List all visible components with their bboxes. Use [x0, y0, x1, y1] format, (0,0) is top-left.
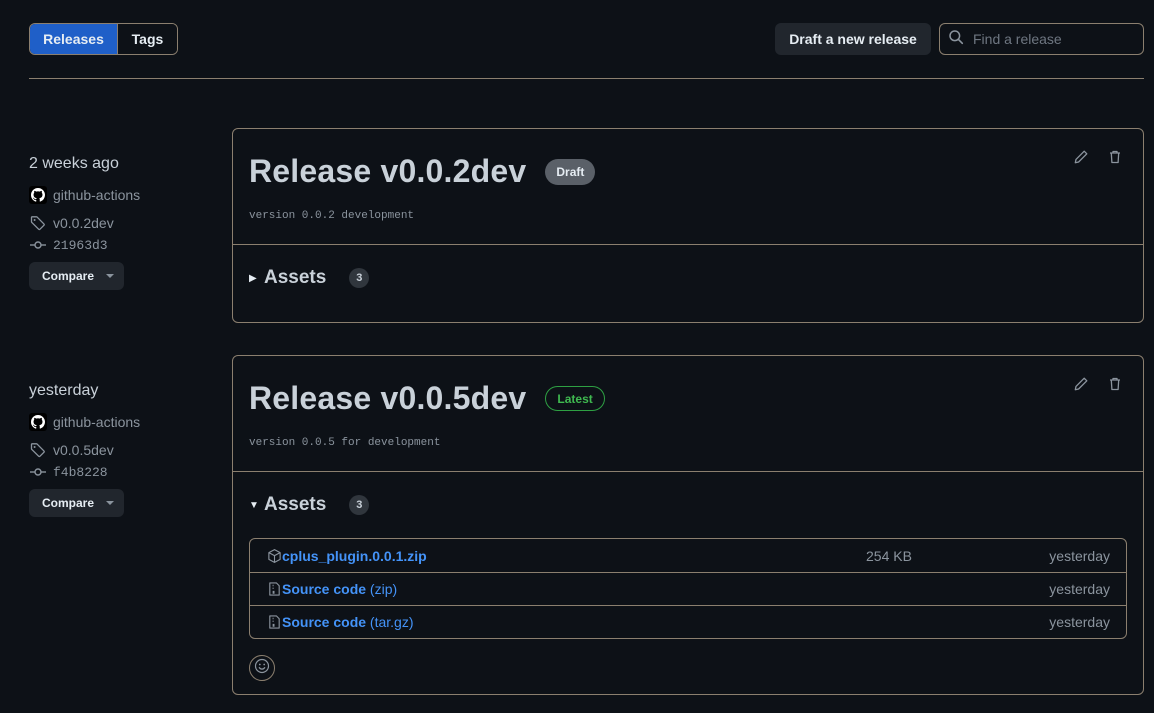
release-tag[interactable]: v0.0.5dev — [29, 441, 140, 459]
release-date: 2 weeks ago — [29, 155, 119, 172]
edit-pencil-icon[interactable] — [1073, 376, 1089, 392]
tag-name[interactable]: v0.0.5dev — [53, 442, 114, 458]
smiley-icon — [254, 658, 270, 679]
draft-new-release-button[interactable]: Draft a new release — [775, 23, 931, 55]
asset-row: Source code (zip) yesterday — [250, 572, 1126, 605]
release-description: version 0.0.2 development — [249, 210, 415, 222]
assets-heading: Assets — [264, 267, 327, 288]
assets-heading: Assets — [264, 494, 327, 515]
release-title[interactable]: Release v0.0.2dev — [249, 153, 526, 190]
git-commit-icon — [29, 463, 47, 481]
assets-count-badge: 3 — [349, 268, 370, 288]
asset-size: 254 KB — [866, 547, 912, 564]
caret-right-icon: ▶ — [249, 272, 257, 284]
asset-row: Source code (tar.gz) yesterday — [250, 605, 1126, 638]
asset-name[interactable]: Source code — [282, 581, 366, 597]
asset-link[interactable]: Source code (tar.gz) — [282, 614, 414, 630]
release-author[interactable]: github-actions — [29, 186, 140, 204]
asset-format[interactable]: (zip) — [366, 581, 397, 597]
search-input[interactable] — [973, 31, 1133, 47]
release-meta: yesterday github-actions v0.0.5dev f4b82… — [29, 382, 140, 517]
github-avatar-icon — [29, 413, 47, 431]
releases-toolbar: Releases Tags Draft a new release — [29, 23, 1144, 55]
compare-button[interactable]: Compare — [29, 489, 124, 517]
asset-format[interactable]: (tar.gz) — [366, 614, 414, 630]
tag-name[interactable]: v0.0.2dev — [53, 215, 114, 231]
git-commit-icon — [29, 236, 47, 254]
asset-name[interactable]: cplus_plugin.0.0.1.zip — [282, 548, 427, 564]
commit-sha[interactable]: 21963d3 — [53, 238, 108, 253]
asset-name[interactable]: Source code — [282, 614, 366, 630]
add-reaction-button[interactable] — [249, 655, 275, 681]
asset-link[interactable]: cplus_plugin.0.0.1.zip — [282, 548, 427, 564]
release-card: Release v0.0.2dev Draft version 0.0.2 de… — [232, 128, 1144, 323]
release-description: version 0.0.5 for development — [249, 437, 441, 449]
github-avatar-icon — [29, 186, 47, 204]
asset-list: cplus_plugin.0.0.1.zip 254 KB yesterday … — [249, 538, 1127, 639]
release-title[interactable]: Release v0.0.5dev — [249, 380, 526, 417]
chevron-down-icon — [106, 274, 115, 278]
file-zip-icon — [267, 614, 282, 630]
asset-row: cplus_plugin.0.0.1.zip 254 KB yesterday — [250, 539, 1126, 572]
tag-icon — [29, 441, 47, 459]
package-icon — [267, 548, 282, 564]
assets-toggle[interactable]: ▶ Assets 3 — [233, 245, 1143, 311]
release-commit[interactable]: f4b8228 — [29, 463, 140, 481]
release-date: yesterday — [29, 382, 99, 399]
latest-badge: Latest — [545, 386, 605, 411]
author-name[interactable]: github-actions — [53, 414, 140, 430]
commit-sha[interactable]: f4b8228 — [53, 465, 108, 480]
file-zip-icon — [267, 581, 282, 597]
asset-link[interactable]: Source code (zip) — [282, 581, 397, 597]
trash-icon[interactable] — [1107, 376, 1123, 392]
author-name[interactable]: github-actions — [53, 187, 140, 203]
caret-down-icon: ▼ — [249, 499, 259, 511]
trash-icon[interactable] — [1107, 149, 1123, 165]
releases-tags-toggle: Releases Tags — [29, 23, 178, 55]
release-meta: 2 weeks ago github-actions v0.0.2dev 219… — [29, 155, 140, 290]
release-tag[interactable]: v0.0.2dev — [29, 214, 140, 232]
find-release-search[interactable] — [939, 23, 1144, 55]
asset-date: yesterday — [1049, 614, 1110, 630]
compare-label: Compare — [42, 269, 95, 283]
assets-toggle[interactable]: ▼ Assets 3 — [233, 472, 1143, 538]
asset-date: yesterday — [1049, 547, 1110, 564]
draft-badge: Draft — [545, 158, 596, 185]
release-card: Release v0.0.5dev Latest version 0.0.5 f… — [232, 355, 1144, 695]
assets-count-badge: 3 — [349, 495, 370, 515]
tab-releases[interactable]: Releases — [30, 24, 117, 54]
release-commit[interactable]: 21963d3 — [29, 236, 140, 254]
chevron-down-icon — [106, 501, 115, 505]
header-divider — [29, 78, 1144, 79]
compare-label: Compare — [42, 496, 95, 510]
asset-date: yesterday — [1049, 581, 1110, 597]
release-author[interactable]: github-actions — [29, 413, 140, 431]
compare-button[interactable]: Compare — [29, 262, 124, 290]
tag-icon — [29, 214, 47, 232]
search-icon — [948, 29, 964, 50]
edit-pencil-icon[interactable] — [1073, 149, 1089, 165]
tab-tags[interactable]: Tags — [117, 24, 177, 54]
